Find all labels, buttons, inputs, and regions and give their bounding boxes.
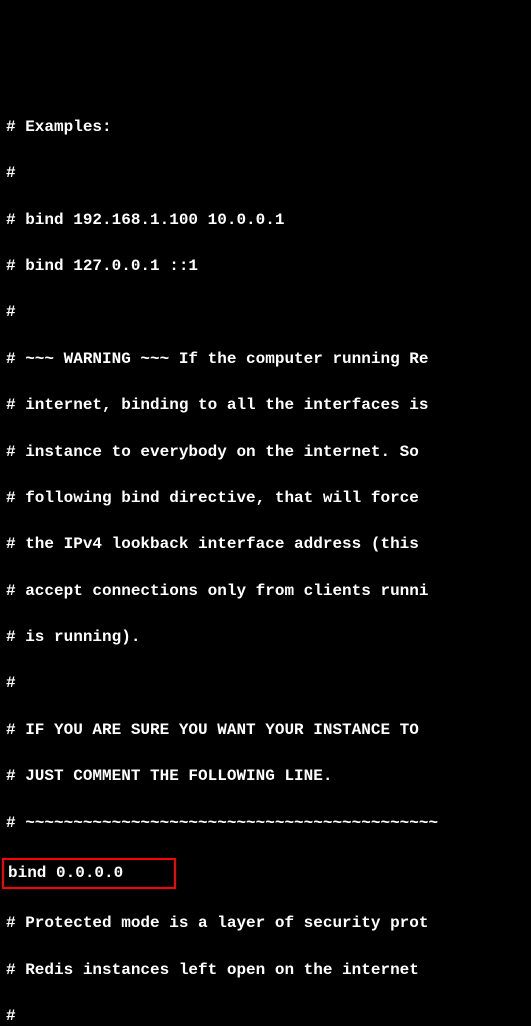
bind-config-value: bind 0.0.0.0 bbox=[8, 864, 123, 882]
config-line: # bind 127.0.0.1 ::1 bbox=[6, 255, 525, 278]
config-line: # Protected mode is a layer of security … bbox=[6, 912, 525, 935]
config-line: # bbox=[6, 672, 525, 695]
config-line: # the IPv4 lookback interface address (t… bbox=[6, 533, 525, 556]
terminal-output: # Examples: # # bind 192.168.1.100 10.0.… bbox=[0, 93, 531, 1026]
config-line: # ~~~ WARNING ~~~ If the computer runnin… bbox=[6, 348, 525, 371]
config-line: # bbox=[6, 1005, 525, 1026]
config-line: # JUST COMMENT THE FOLLOWING LINE. bbox=[6, 765, 525, 788]
config-line: # bbox=[6, 162, 525, 185]
highlighted-bind-directive: bind 0.0.0.0 bbox=[2, 858, 176, 889]
config-line: # bind 192.168.1.100 10.0.0.1 bbox=[6, 209, 525, 232]
config-line: # accept connections only from clients r… bbox=[6, 580, 525, 603]
config-line: # Examples: bbox=[6, 116, 525, 139]
config-line: # is running). bbox=[6, 626, 525, 649]
config-line: # internet, binding to all the interface… bbox=[6, 394, 525, 417]
config-line: # bbox=[6, 301, 525, 324]
config-line: # ~~~~~~~~~~~~~~~~~~~~~~~~~~~~~~~~~~~~~~… bbox=[6, 812, 525, 835]
config-line: # Redis instances left open on the inter… bbox=[6, 959, 525, 982]
config-line: # instance to everybody on the internet.… bbox=[6, 441, 525, 464]
config-line: # following bind directive, that will fo… bbox=[6, 487, 525, 510]
config-line: # IF YOU ARE SURE YOU WANT YOUR INSTANCE… bbox=[6, 719, 525, 742]
